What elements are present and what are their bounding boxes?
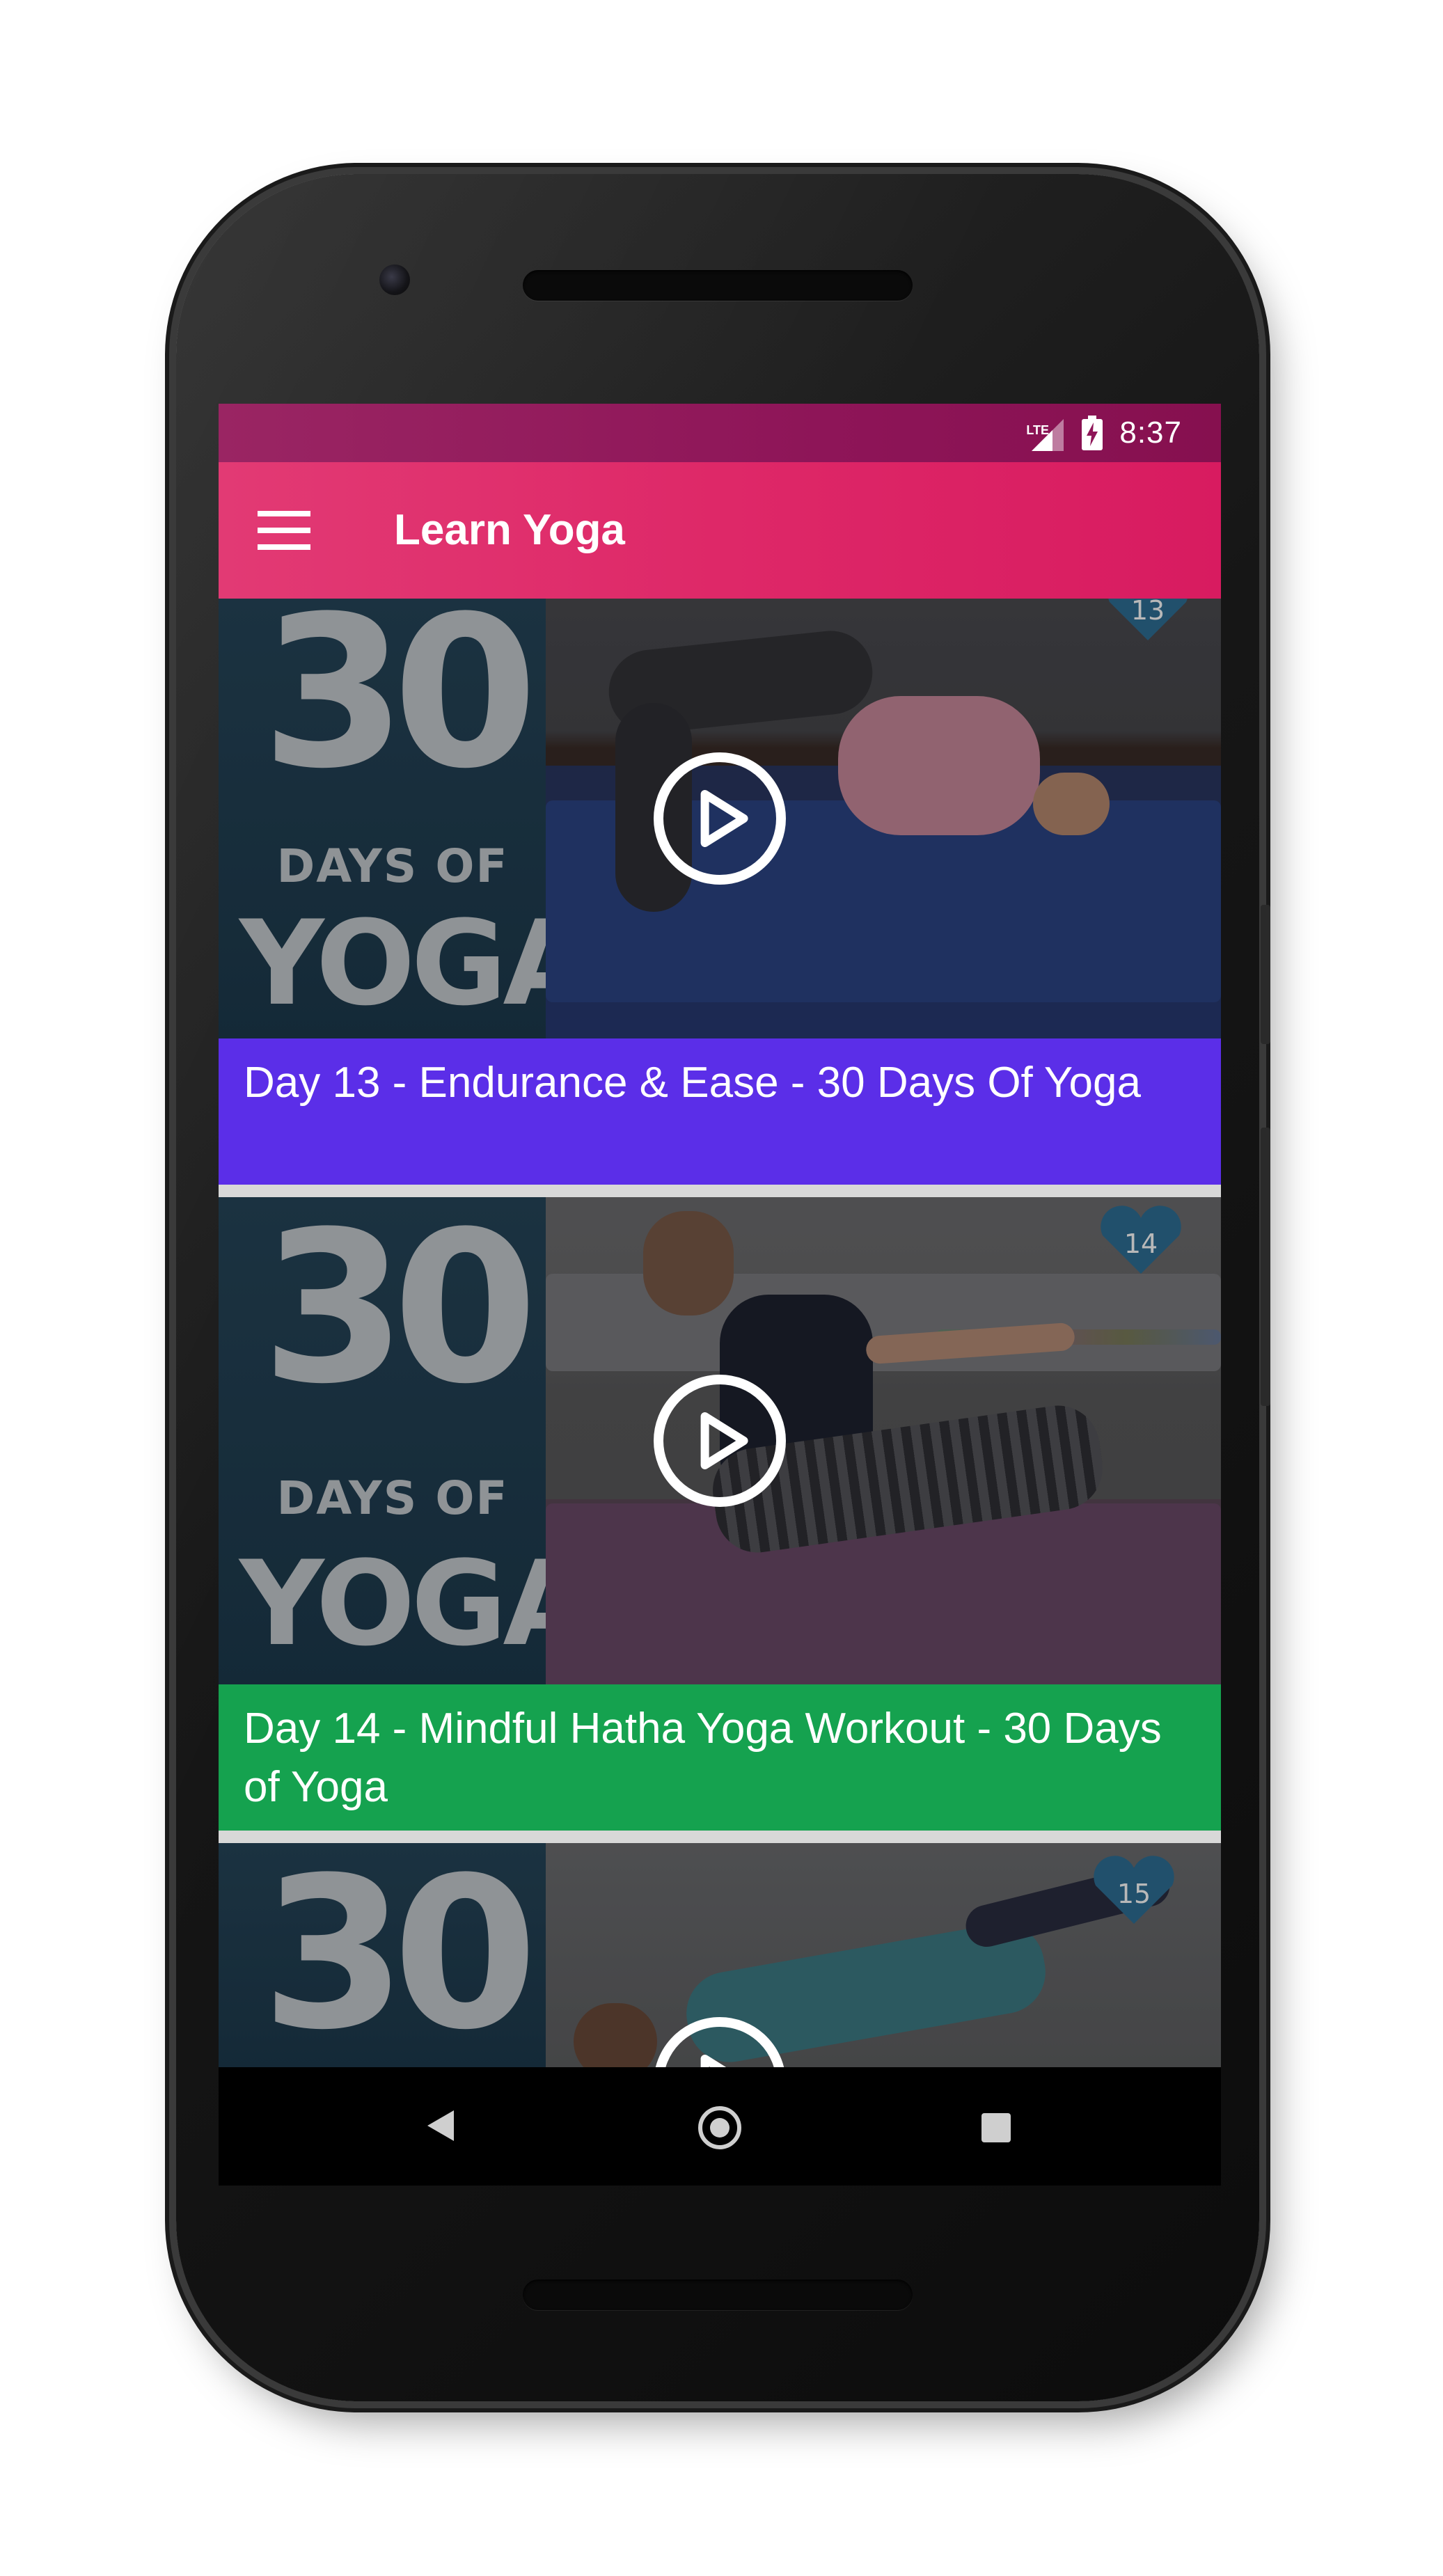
video-card[interactable]: 30 15 bbox=[219, 1843, 1221, 2067]
status-bar: LTE 8:37 bbox=[219, 404, 1221, 462]
earpiece-speaker bbox=[523, 270, 913, 301]
volume-button bbox=[1261, 1128, 1270, 1406]
app-title: Learn Yoga bbox=[394, 506, 625, 554]
video-thumbnail[interactable]: 30 DAYS OF YOGA 14 bbox=[219, 1197, 1221, 1684]
status-icons: LTE 8:37 bbox=[1026, 404, 1182, 462]
lte-label: LTE bbox=[1026, 423, 1050, 437]
video-title: Day 13 - Endurance & Ease - 30 Days Of Y… bbox=[244, 1059, 1141, 1107]
power-button bbox=[1261, 905, 1270, 1044]
app-toolbar: Learn Yoga bbox=[219, 462, 1221, 599]
battery-charging-icon bbox=[1082, 416, 1103, 450]
recents-icon[interactable] bbox=[981, 2113, 1011, 2142]
home-icon[interactable] bbox=[698, 2106, 741, 2149]
status-clock: 8:37 bbox=[1119, 416, 1182, 450]
video-feed[interactable]: 30 DAYS OF YOGA 13 Day 13 - Endurance & … bbox=[219, 599, 1221, 2067]
bottom-speaker bbox=[523, 2279, 913, 2310]
video-card[interactable]: 30 DAYS OF YOGA 13 Day 13 - Endurance & … bbox=[219, 599, 1221, 1185]
system-navigation-bar bbox=[219, 2067, 1221, 2186]
play-icon[interactable] bbox=[654, 752, 786, 885]
hamburger-menu-icon[interactable] bbox=[258, 511, 310, 550]
video-thumbnail[interactable]: 30 15 bbox=[219, 1843, 1221, 2067]
home-icon-dot bbox=[710, 2118, 730, 2138]
front-camera bbox=[379, 264, 410, 295]
play-icon[interactable] bbox=[654, 1375, 786, 1507]
back-icon[interactable] bbox=[427, 2110, 454, 2141]
video-thumbnail[interactable]: 30 DAYS OF YOGA 13 bbox=[219, 599, 1221, 1038]
video-title: Day 14 - Mindful Hatha Yoga Workout - 30… bbox=[244, 1705, 1162, 1811]
video-card[interactable]: 30 DAYS OF YOGA 14 Day 14 - Mindful Hath… bbox=[219, 1197, 1221, 1831]
video-title-band[interactable]: Day 14 - Mindful Hatha Yoga Workout - 30… bbox=[219, 1684, 1221, 1831]
device-screen: LTE 8:37 Learn Yoga 30 DAYS OF YOGA 13 D… bbox=[219, 404, 1221, 2186]
lte-signal-icon: LTE bbox=[1026, 413, 1065, 452]
video-title-band[interactable]: Day 13 - Endurance & Ease - 30 Days Of Y… bbox=[219, 1038, 1221, 1185]
